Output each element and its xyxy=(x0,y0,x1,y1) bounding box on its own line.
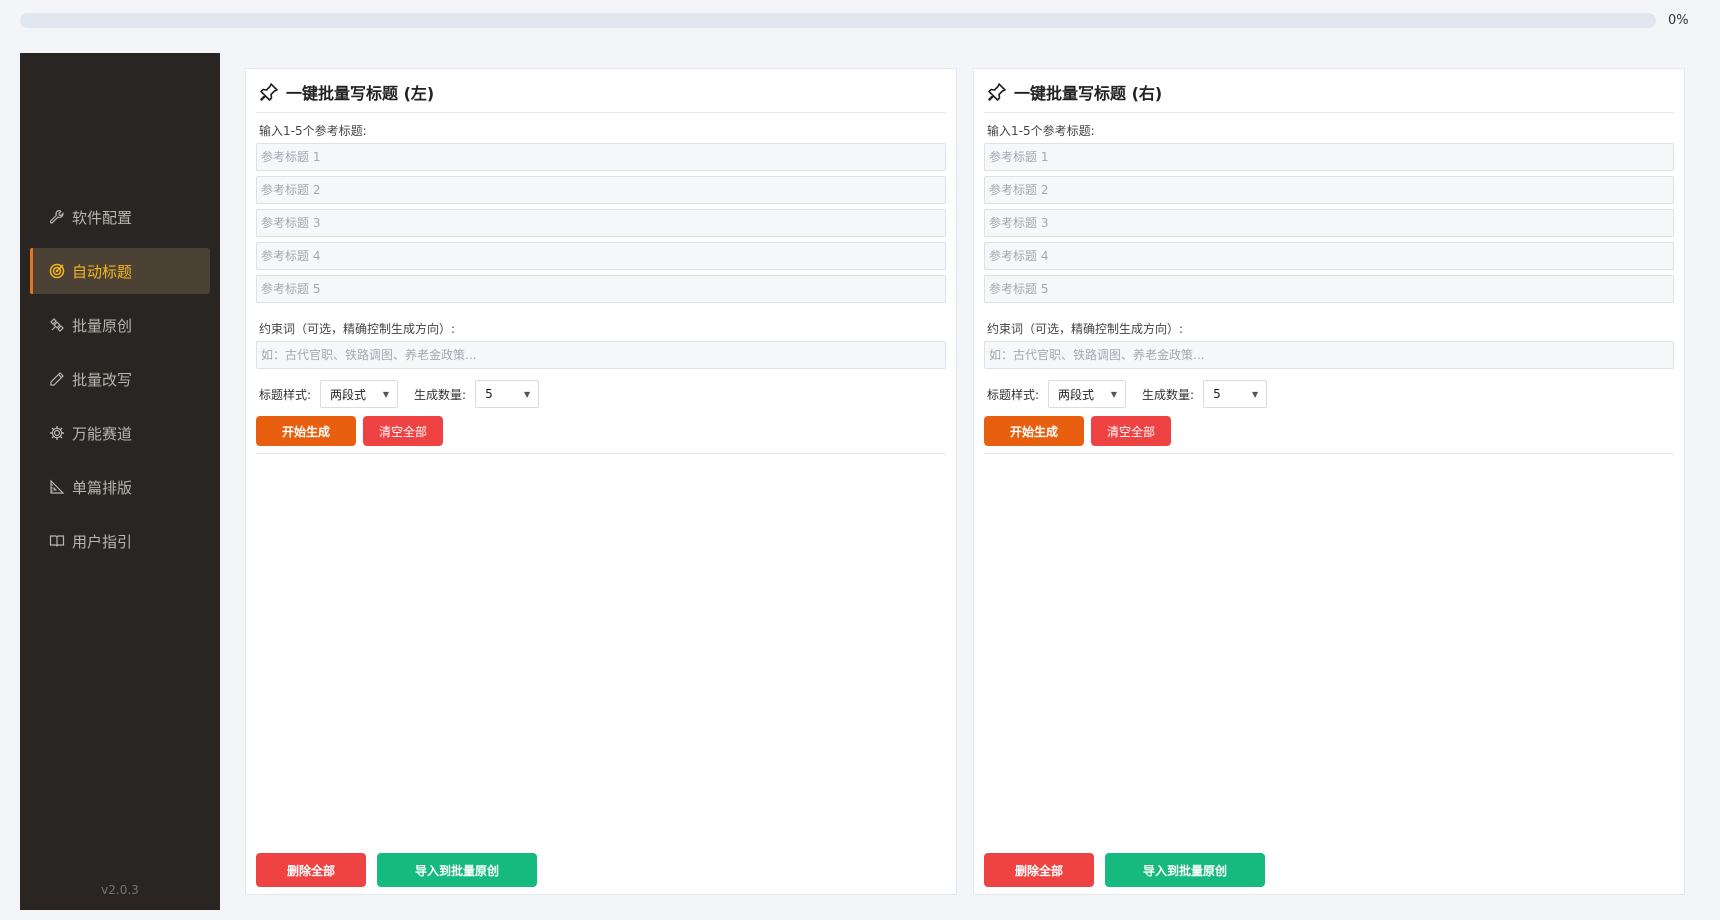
count-label: 生成数量: xyxy=(1142,387,1195,402)
delete-all-button[interactable]: 删除全部 xyxy=(984,853,1094,887)
options-row: 标题样式: 两段式 ▼ 生成数量: 5 ▼ xyxy=(987,380,1268,408)
gear-icon xyxy=(48,424,66,442)
constraint-label: 约束词（可选，精确控制生成方向）: xyxy=(987,322,1184,336)
ref-title-input-5[interactable] xyxy=(256,275,946,303)
results-area xyxy=(256,455,946,844)
satellite-icon xyxy=(48,316,66,334)
sidebar-nav: 软件配置 自动标题 批量原创 批量改写 万能赛道 单篇排版 用户指引 xyxy=(20,194,220,572)
sidebar-item-universal-track[interactable]: 万能赛道 xyxy=(30,410,210,456)
import-to-batch-original-button[interactable]: 导入到批量原创 xyxy=(1105,853,1265,887)
options-row: 标题样式: 两段式 ▼ 生成数量: 5 ▼ xyxy=(259,380,540,408)
style-select[interactable]: 两段式 ▼ xyxy=(320,380,399,408)
sidebar-item-software-config[interactable]: 软件配置 xyxy=(30,194,210,240)
sidebar: 软件配置 自动标题 批量原创 批量改写 万能赛道 单篇排版 用户指引 v2.0.… xyxy=(20,53,220,910)
sidebar-item-label: 单篇排版 xyxy=(72,478,133,497)
sidebar-item-label: 用户指引 xyxy=(72,532,133,551)
divider xyxy=(256,453,946,454)
panel-title: 一键批量写标题 (右) xyxy=(987,79,1674,105)
sidebar-item-batch-original[interactable]: 批量原创 xyxy=(30,302,210,348)
style-select-value: 两段式 xyxy=(1058,387,1095,402)
constraint-label: 约束词（可选，精确控制生成方向）: xyxy=(259,322,456,336)
divider xyxy=(984,112,1674,113)
constraint-input[interactable] xyxy=(256,341,946,369)
start-generate-button[interactable]: 开始生成 xyxy=(256,416,356,446)
title-panel-left: 一键批量写标题 (左) 输入1-5个参考标题: 约束词（可选，精确控制生成方向）… xyxy=(245,68,957,895)
style-select-value: 两段式 xyxy=(330,387,367,402)
count-label: 生成数量: xyxy=(414,387,467,402)
divider xyxy=(256,112,946,113)
chevron-down-icon: ▼ xyxy=(382,390,390,399)
clear-all-button[interactable]: 清空全部 xyxy=(1091,416,1171,446)
ref-title-input-1[interactable] xyxy=(984,143,1674,171)
book-icon xyxy=(48,532,66,550)
chevron-down-icon: ▼ xyxy=(523,390,531,399)
style-label: 标题样式: xyxy=(987,387,1040,402)
app-version: v2.0.3 xyxy=(101,883,139,897)
sidebar-item-label: 软件配置 xyxy=(72,208,133,227)
ref-title-input-2[interactable] xyxy=(256,176,946,204)
panel-title-text: 一键批量写标题 (左) xyxy=(286,84,435,103)
target-icon xyxy=(48,262,66,280)
chevron-down-icon: ▼ xyxy=(1110,390,1118,399)
panel-title: 一键批量写标题 (左) xyxy=(259,79,946,105)
sidebar-item-label: 批量原创 xyxy=(72,316,133,335)
chevron-down-icon: ▼ xyxy=(1251,390,1259,399)
constraint-input[interactable] xyxy=(984,341,1674,369)
delete-all-button[interactable]: 删除全部 xyxy=(256,853,366,887)
ref-titles-label: 输入1-5个参考标题: xyxy=(987,124,1095,138)
ref-title-input-3[interactable] xyxy=(256,209,946,237)
sidebar-item-batch-rewrite[interactable]: 批量改写 xyxy=(30,356,210,402)
sidebar-item-auto-title[interactable]: 自动标题 xyxy=(30,248,210,294)
ref-title-input-4[interactable] xyxy=(256,242,946,270)
sidebar-item-label: 批量改写 xyxy=(72,370,133,389)
progress-percent: 0% xyxy=(1668,13,1689,28)
sidebar-item-single-layout[interactable]: 单篇排版 xyxy=(30,464,210,510)
ruler-triangle-icon xyxy=(48,478,66,496)
title-panel-right: 一键批量写标题 (右) 输入1-5个参考标题: 约束词（可选，精确控制生成方向）… xyxy=(973,68,1685,895)
start-generate-button[interactable]: 开始生成 xyxy=(984,416,1084,446)
ref-title-input-3[interactable] xyxy=(984,209,1674,237)
ref-title-input-2[interactable] xyxy=(984,176,1674,204)
pencil-icon xyxy=(48,370,66,388)
import-to-batch-original-button[interactable]: 导入到批量原创 xyxy=(377,853,537,887)
count-select[interactable]: 5 ▼ xyxy=(1203,380,1268,408)
pushpin-icon xyxy=(259,82,279,102)
results-area xyxy=(984,455,1674,844)
count-select[interactable]: 5 ▼ xyxy=(475,380,540,408)
style-select[interactable]: 两段式 ▼ xyxy=(1048,380,1127,408)
sidebar-item-label: 自动标题 xyxy=(72,262,133,281)
style-label: 标题样式: xyxy=(259,387,312,402)
panel-title-text: 一键批量写标题 (右) xyxy=(1014,84,1163,103)
ref-title-input-5[interactable] xyxy=(984,275,1674,303)
sidebar-item-user-guide[interactable]: 用户指引 xyxy=(30,518,210,564)
ref-titles-label: 输入1-5个参考标题: xyxy=(259,124,367,138)
count-select-value: 5 xyxy=(1213,387,1221,401)
divider xyxy=(984,453,1674,454)
ref-title-input-1[interactable] xyxy=(256,143,946,171)
pushpin-icon xyxy=(987,82,1007,102)
clear-all-button[interactable]: 清空全部 xyxy=(363,416,443,446)
wrench-icon xyxy=(48,208,66,226)
ref-title-input-4[interactable] xyxy=(984,242,1674,270)
count-select-value: 5 xyxy=(485,387,493,401)
progress-bar xyxy=(20,13,1656,28)
sidebar-item-label: 万能赛道 xyxy=(72,424,133,443)
